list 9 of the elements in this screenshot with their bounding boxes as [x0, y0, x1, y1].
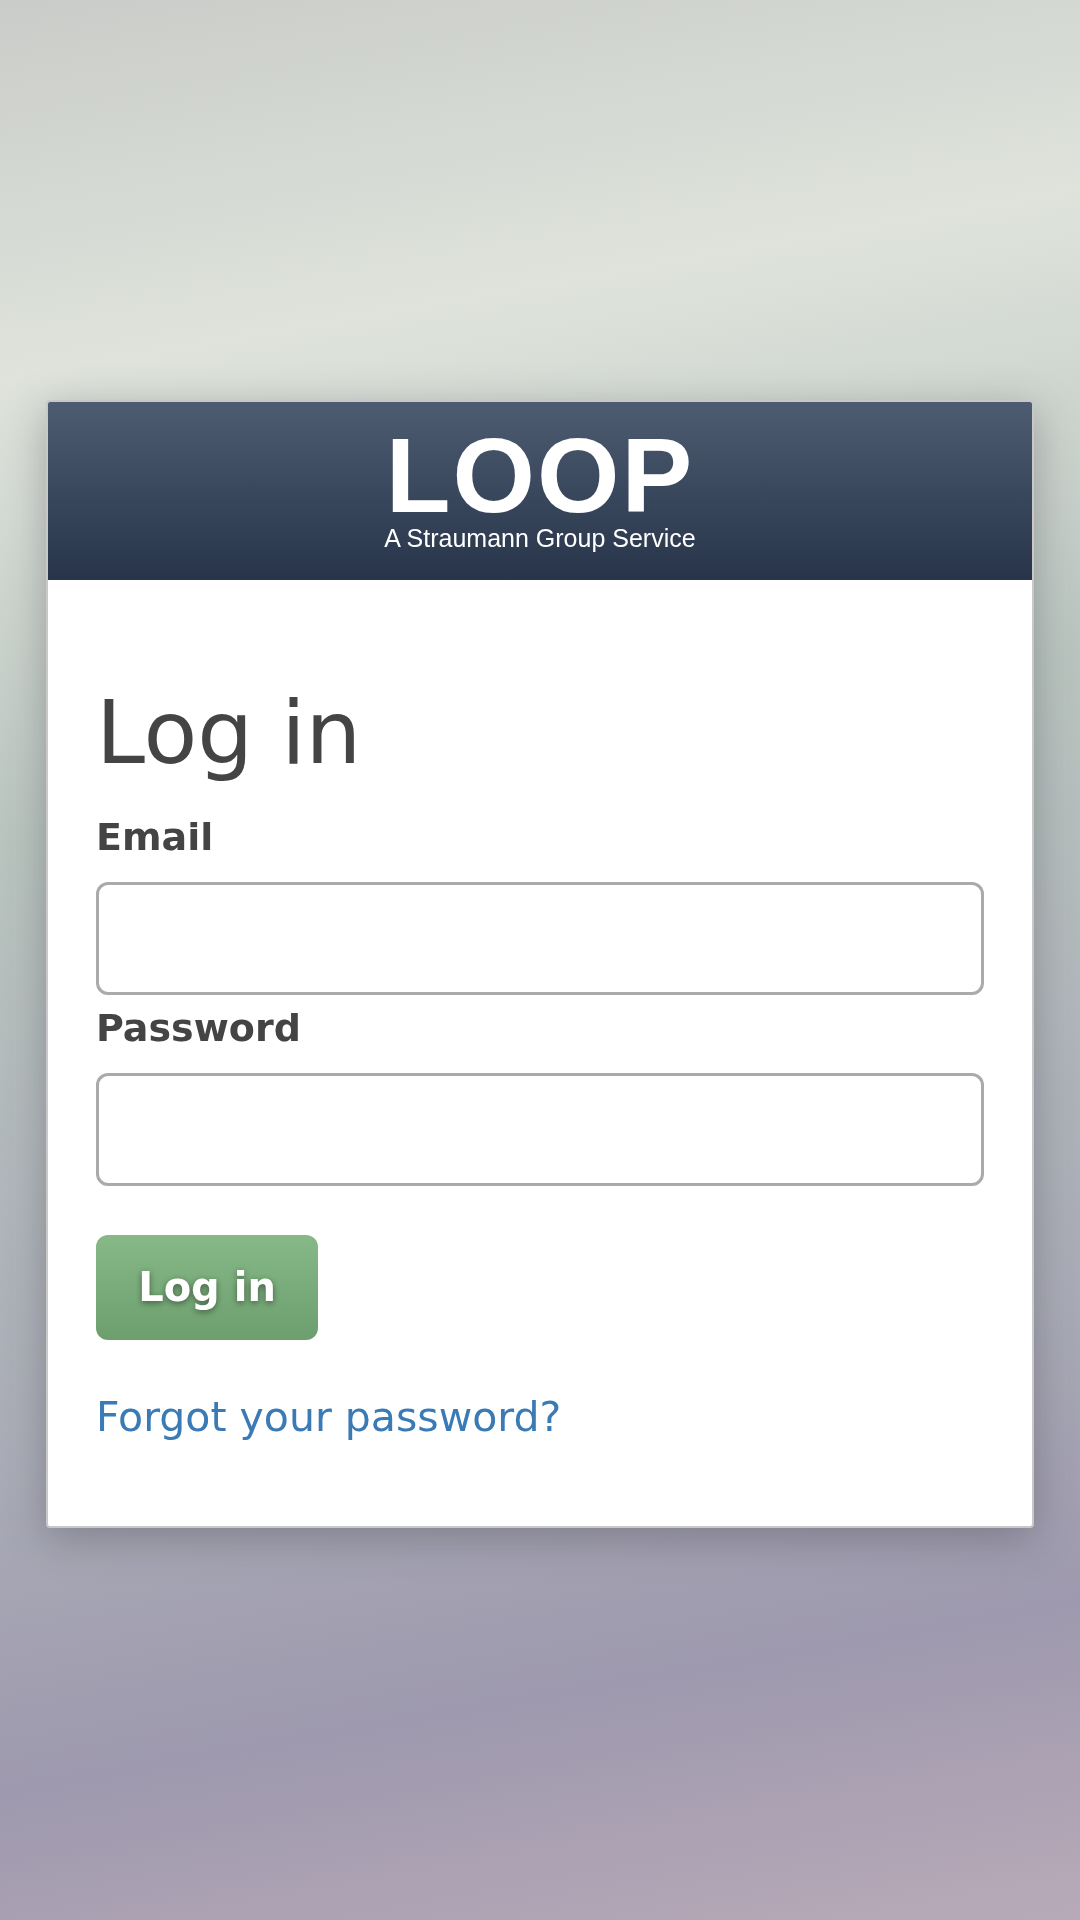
password-field[interactable] [96, 1072, 984, 1186]
field-label: Email [96, 814, 215, 859]
page-title: Log in [96, 685, 363, 782]
email-field[interactable] [96, 881, 984, 995]
forgot-password-link[interactable]: Forgot your password? [96, 1392, 562, 1441]
field-label: Password [96, 1005, 302, 1050]
login-button[interactable]: Log in [96, 1234, 318, 1340]
logo: LOOP [385, 429, 695, 520]
tagline: A Straumann Group Service [384, 523, 696, 553]
